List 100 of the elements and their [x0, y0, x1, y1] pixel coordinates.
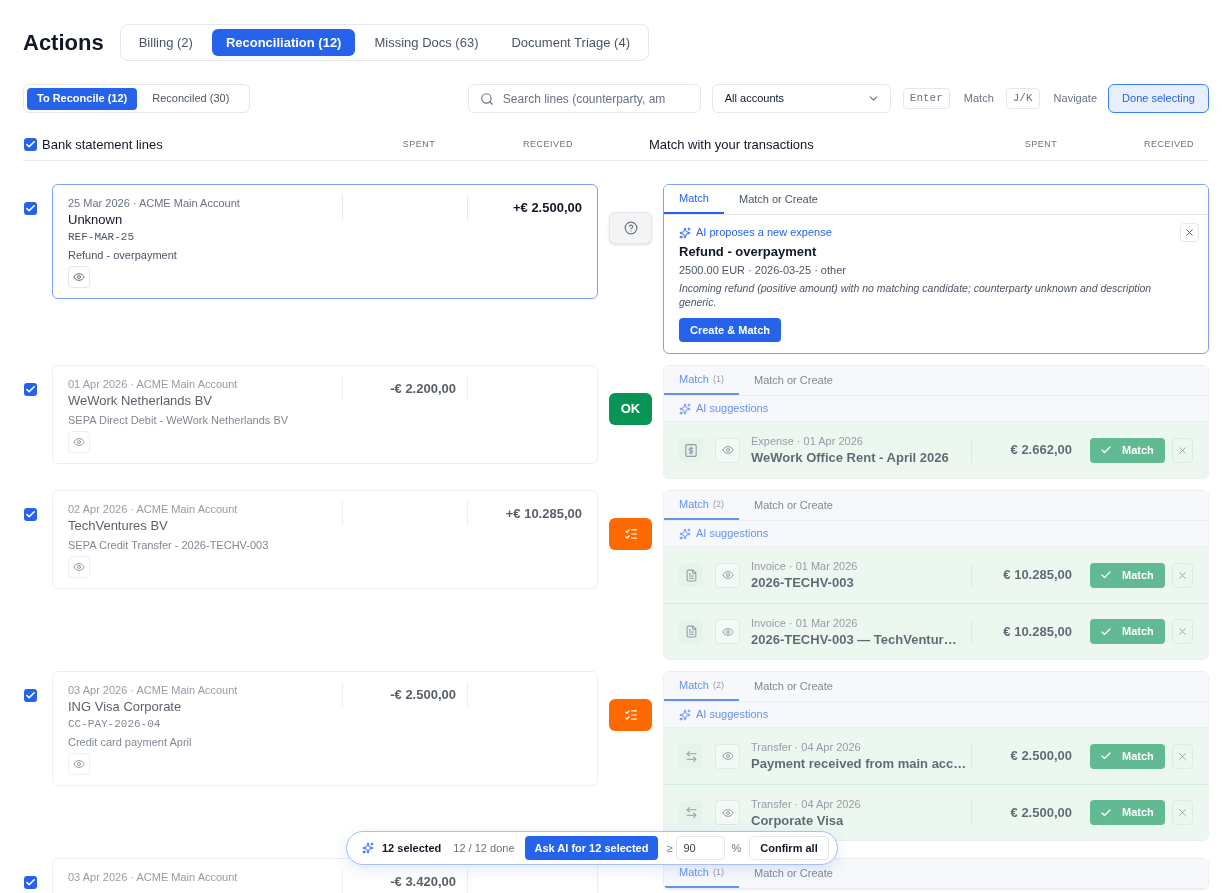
line-description: SEPA Credit Transfer - 2026-TECHV-003 [68, 538, 269, 553]
checkbox[interactable] [24, 689, 37, 702]
column-label: SPENT [401, 137, 437, 151]
match-tab[interactable]: Match or Create [738, 859, 848, 888]
match-tab[interactable]: Match or Create [738, 366, 848, 395]
dollar-document-icon [679, 438, 703, 462]
create-match-button[interactable]: Create & Match [679, 318, 782, 342]
view-tab[interactable]: Reconciled (30) [138, 87, 244, 110]
preview-button[interactable] [68, 266, 90, 288]
checklist-icon [623, 527, 638, 541]
shortcut-label: Navigate [1053, 91, 1097, 107]
preview-button[interactable] [715, 437, 740, 463]
suggestion-meta: Invoice · 01 Mar 2026 [751, 615, 858, 631]
suggestion-title: Corporate Visa [751, 811, 844, 830]
dismiss-button[interactable] [1172, 619, 1193, 644]
status-button[interactable]: OK [609, 393, 652, 425]
tick-icon [25, 509, 36, 520]
sparkle-icon [362, 842, 374, 854]
close-icon [1177, 569, 1188, 581]
suggestion-meta: Transfer · 04 Apr 2026 [751, 740, 861, 755]
close-icon [1177, 626, 1188, 637]
eye-icon [73, 436, 85, 448]
eye-icon [73, 271, 85, 283]
dismiss-button[interactable] [1172, 800, 1193, 825]
bank-line-card[interactable]: 03 Apr 2026 · ACME Main Account -€ 3.420,00 [52, 858, 598, 893]
counterparty-name: ING Visa Corporate [68, 698, 182, 716]
suggestion-title: 2026-TECHV-003 — TechVentur… [751, 630, 957, 649]
checkbox[interactable] [24, 138, 37, 151]
dismiss-button[interactable] [1172, 437, 1193, 463]
preview-button[interactable] [68, 556, 90, 578]
section-tab[interactable]: Reconciliation (12) [211, 29, 356, 56]
suggestions-heading: AI suggestions [696, 401, 769, 417]
proposal-heading: AI proposes a new expense [696, 225, 832, 241]
preview-button[interactable] [715, 562, 740, 588]
bank-line-card[interactable]: 03 Apr 2026 · ACME Main Account ING Visa Corporate CC-PAY-2026-04 Credit card payment April -€ 2.500,00 [52, 671, 598, 786]
match-tab[interactable]: Match or Create [738, 491, 848, 520]
check-icon [1100, 750, 1112, 762]
bank-line-card[interactable]: 25 Mar 2026 · ACME Main Account Unknown REF-MAR-25 Refund - overpayment +€ 2.500,00 [52, 184, 598, 299]
confirm-all-button[interactable]: Confirm all [749, 836, 829, 860]
received-amount: +€ 2.500,00 [512, 198, 582, 217]
preview-button[interactable] [715, 619, 740, 644]
received-amount: +€ 10.285,00 [505, 504, 582, 523]
counterparty-name: WeWork Netherlands BV [68, 392, 213, 410]
dismiss-button[interactable] [1172, 562, 1193, 588]
suggestion-amount: € 10.285,00 [1002, 622, 1072, 641]
match-tab[interactable]: Match [664, 185, 724, 214]
check-icon [1100, 444, 1112, 456]
bank-line-card[interactable]: 01 Apr 2026 · ACME Main Account WeWork Netherlands BV SEPA Direct Debit - WeWork Netherlands BV -€ 2.200,00 [52, 365, 598, 464]
done-selecting-button[interactable]: Done selecting [1108, 84, 1209, 113]
search-field[interactable]: Search lines (counterparty, am [467, 84, 701, 113]
suggestion-title: 2026-TECHV-003 [751, 574, 854, 592]
checkbox[interactable] [24, 383, 37, 396]
status-button[interactable] [609, 699, 652, 731]
preview-button[interactable] [715, 743, 740, 769]
line-description: Refund - overpayment [68, 248, 177, 263]
line-description: Credit card payment April [68, 735, 192, 750]
view-tab[interactable]: To Reconcile (12) [27, 87, 138, 110]
status-button[interactable] [609, 212, 652, 244]
question-icon [623, 221, 638, 235]
section-tab[interactable]: Missing Docs (63) [360, 29, 493, 56]
section-tab[interactable]: Document Triage (4) [497, 29, 644, 56]
bank-line-card[interactable]: 02 Apr 2026 · ACME Main Account TechVentures BV SEPA Credit Transfer - 2026-TECHV-003 +€ 10.285,00 [52, 490, 598, 589]
match-tab[interactable]: Match or Create [723, 185, 833, 214]
status-button[interactable] [609, 518, 652, 550]
suggestion-meta: Expense · 01 Apr 2026 [751, 434, 863, 449]
preview-button[interactable] [68, 753, 90, 775]
suggestions-heading: AI suggestions [696, 526, 769, 542]
line-meta: 03 Apr 2026 · ACME Main Account [68, 683, 238, 698]
sparkle-icon [679, 527, 691, 540]
dismiss-button[interactable] [1172, 743, 1193, 769]
close-icon [1177, 444, 1188, 456]
shortcut-label: Match [963, 91, 994, 107]
eye-icon [73, 561, 85, 573]
close-icon [1177, 807, 1188, 818]
arrows-icon [679, 744, 703, 768]
threshold-input[interactable]: 90 [676, 836, 726, 860]
ask-ai-button[interactable]: Ask AI for 12 selected [524, 836, 659, 860]
line-meta: 03 Apr 2026 · ACME Main Account [68, 870, 238, 885]
account-select[interactable]: All accounts [711, 84, 891, 113]
sparkle-icon [679, 402, 691, 415]
column-label: SPENT [1023, 137, 1059, 151]
spent-amount: -€ 2.500,00 [390, 685, 456, 704]
checkbox[interactable] [24, 876, 37, 889]
close-button[interactable] [1180, 223, 1199, 242]
key-hint: Enter [902, 88, 950, 109]
close-icon [1184, 227, 1195, 238]
checkbox[interactable] [24, 202, 37, 215]
arrows-icon [679, 800, 703, 825]
preview-button[interactable] [68, 431, 90, 453]
eye-icon [721, 806, 734, 819]
line-meta: 01 Apr 2026 · ACME Main Account [68, 377, 238, 392]
match-tab[interactable]: Match or Create [738, 672, 848, 701]
line-description: SEPA Direct Debit - WeWork Netherlands BV [68, 413, 289, 428]
suggestion-meta: Invoice · 01 Mar 2026 [751, 559, 858, 574]
spent-amount: -€ 3.420,00 [390, 872, 456, 891]
preview-button[interactable] [715, 800, 740, 825]
section-tab[interactable]: Billing (2) [124, 29, 207, 56]
line-meta: 02 Apr 2026 · ACME Main Account [68, 502, 238, 517]
checkbox[interactable] [24, 508, 37, 521]
proposal-reasoning: Incoming refund (positive amount) with no matching candidate; counterparty unknown and description generic. [679, 281, 1153, 309]
